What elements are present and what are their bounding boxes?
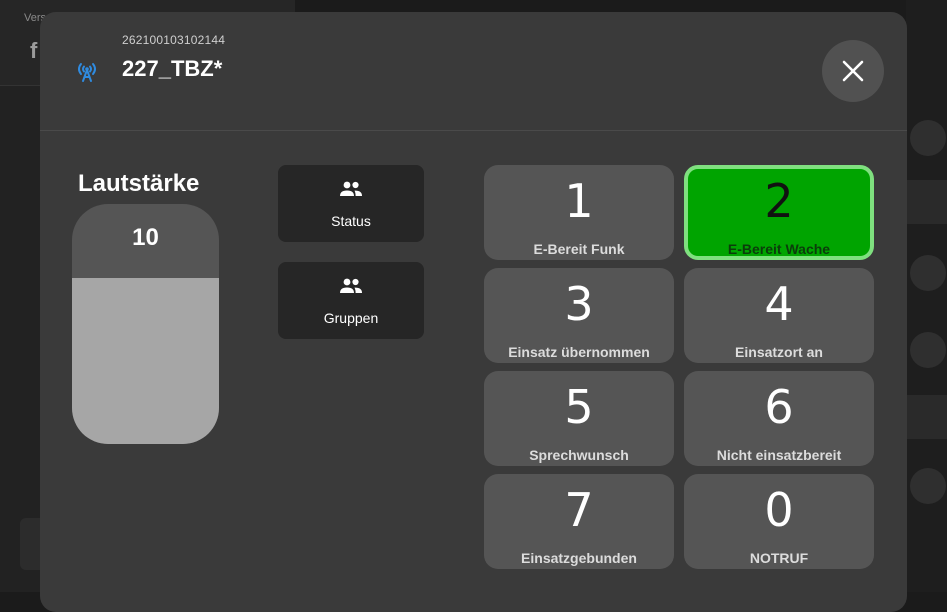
status-key-number: 6 — [764, 380, 794, 434]
volume-label: Lautstärke — [78, 170, 200, 197]
status-key-number: 5 — [564, 380, 594, 434]
background-left-panel — [0, 0, 40, 592]
status-key-number: 4 — [764, 277, 794, 331]
background-right-row — [906, 395, 947, 439]
status-key-number: 3 — [564, 277, 594, 331]
status-key-number: 0 — [764, 483, 794, 537]
background-topbar-glyph: f — [30, 38, 38, 63]
background-right-avatar — [910, 332, 946, 368]
status-key-label: E-Bereit Funk — [533, 241, 625, 257]
status-key-number: 2 — [764, 174, 794, 228]
status-dialog: 262100103102144 227_TBZ* Lautstärke 10 S… — [40, 12, 907, 612]
background-right-row — [906, 180, 947, 224]
status-key-1[interactable]: 1 E-Bereit Funk — [484, 165, 674, 260]
status-button-label: Status — [331, 213, 371, 229]
status-key-label: NOTRUF — [749, 550, 809, 566]
status-key-label: Einsatzgebunden — [521, 550, 637, 566]
status-key-5[interactable]: 5 Sprechwunsch — [484, 371, 674, 466]
dialog-header: 262100103102144 227_TBZ* — [40, 12, 907, 131]
background-right-avatar — [910, 120, 946, 156]
status-key-number: 1 — [564, 174, 594, 228]
group-icon — [340, 278, 362, 293]
status-key-2[interactable]: 2 E-Bereit Wache — [684, 165, 874, 260]
status-key-3[interactable]: 3 Einsatz übernommen — [484, 268, 674, 363]
close-icon — [842, 60, 864, 82]
status-key-7[interactable]: 7 Einsatzgebunden — [484, 474, 674, 569]
volume-level-fill — [72, 278, 219, 444]
status-key-label: Nicht einsatzbereit — [716, 447, 842, 463]
status-key-label: E-Bereit Wache — [727, 241, 831, 257]
groups-button[interactable]: Gruppen — [278, 262, 424, 339]
status-key-label: Einsatz übernommen — [508, 344, 650, 360]
dialog-title: 227_TBZ* — [122, 56, 223, 81]
status-key-label: Einsatzort an — [735, 344, 823, 360]
close-button[interactable] — [822, 40, 884, 102]
status-button[interactable]: Status — [278, 165, 424, 242]
status-key-number: 7 — [564, 483, 594, 537]
status-key-4[interactable]: 4 Einsatzort an — [684, 268, 874, 363]
volume-value: 10 — [132, 224, 159, 251]
background-right-avatar — [910, 468, 946, 504]
background-right-avatar — [910, 255, 946, 291]
status-key-0[interactable]: 0 NOTRUF — [684, 474, 874, 569]
groups-button-label: Gruppen — [323, 310, 379, 326]
status-key-6[interactable]: 6 Nicht einsatzbereit — [684, 371, 874, 466]
status-key-label: Sprechwunsch — [529, 447, 629, 463]
group-icon — [340, 181, 362, 196]
radio-tower-icon — [78, 63, 96, 82]
background-right-panel — [906, 0, 947, 592]
volume-slider[interactable]: 10 — [72, 204, 219, 444]
dialog-subtitle: 262100103102144 — [122, 33, 226, 47]
